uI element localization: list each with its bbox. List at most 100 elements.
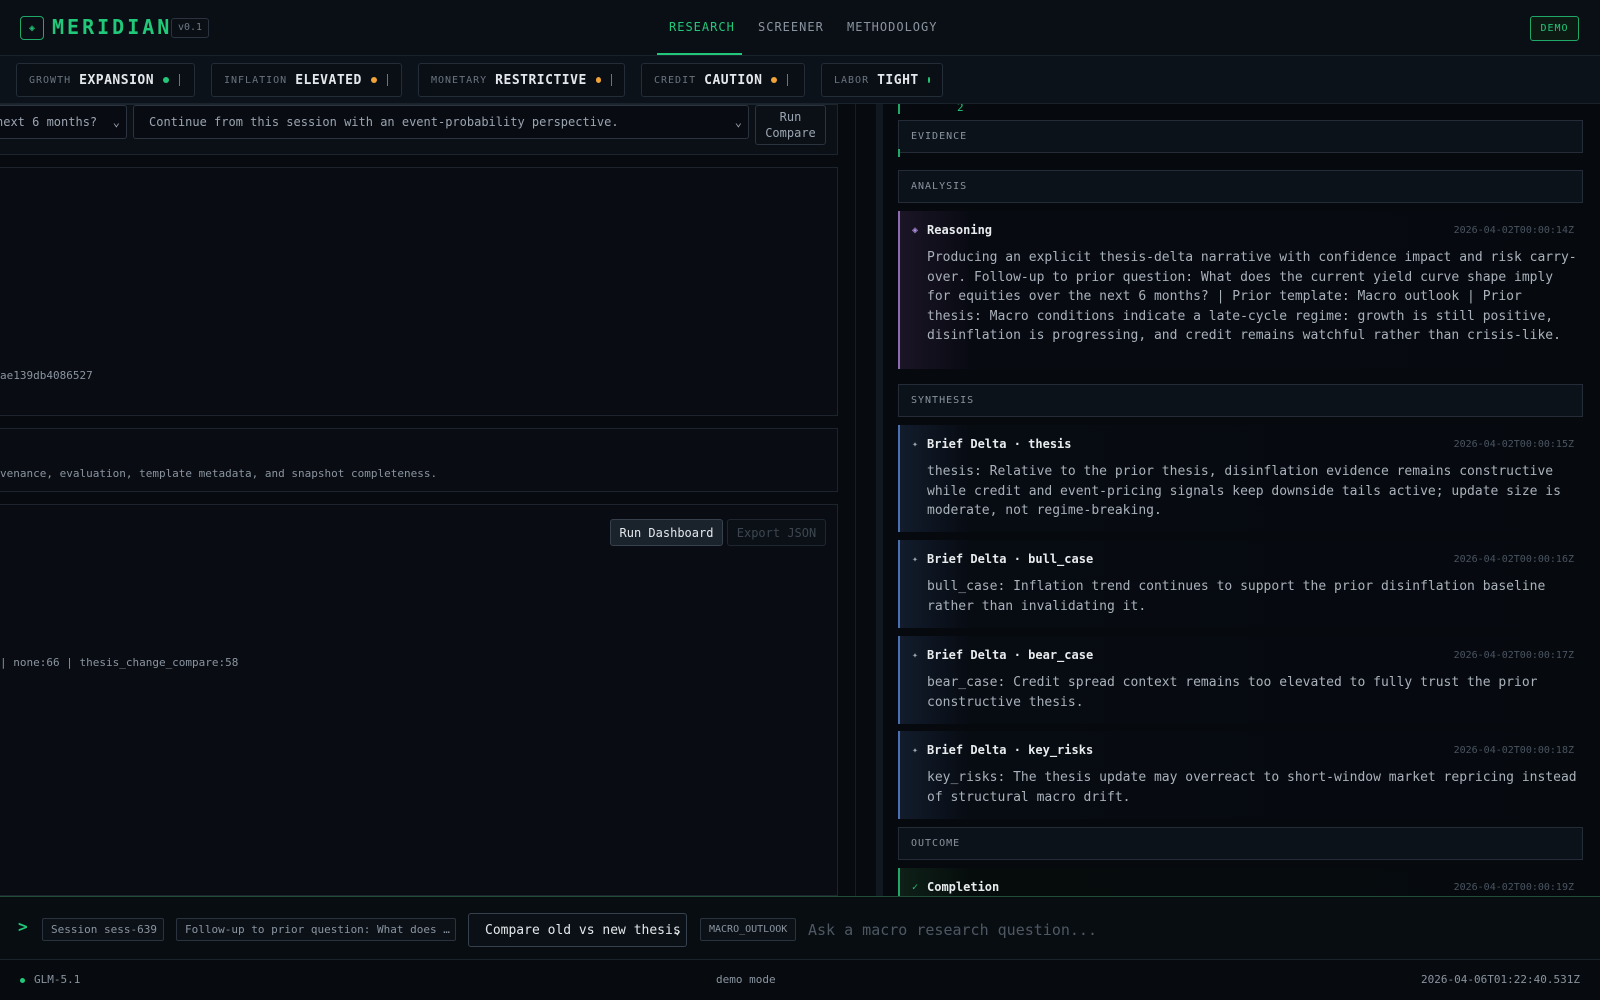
- timeline-line: [898, 149, 900, 157]
- model-name: GLM-5.1: [34, 973, 81, 986]
- prior-question-select[interactable]: next 6 months? ⌄: [0, 105, 127, 139]
- status-dot-icon: [595, 77, 602, 83]
- perspective-select[interactable]: Continue from this session with an event…: [133, 105, 749, 139]
- regime-chip-inflation[interactable]: INFLATION ELEVATED: [211, 63, 402, 97]
- event-title: Reasoning: [927, 223, 993, 237]
- compare-form: next 6 months? ⌄ Continue from this sess…: [0, 104, 838, 155]
- chip-separator: [611, 74, 612, 86]
- event-title: Brief Delta · bull_case: [927, 552, 1094, 566]
- workspace-panel: next 6 months? ⌄ Continue from this sess…: [0, 104, 855, 896]
- section-outcome[interactable]: OUTCOME: [898, 827, 1583, 860]
- diamond-icon: ◈: [912, 225, 919, 236]
- event-body: key_risks: The thesis update may overrea…: [927, 770, 1577, 805]
- panel-divider[interactable]: [855, 104, 877, 896]
- nav-methodology[interactable]: METHODOLOGY: [847, 20, 937, 34]
- event-title: Completion: [927, 880, 1000, 894]
- event-title: Brief Delta · bear_case: [927, 648, 1094, 662]
- status-dot-icon: [370, 77, 377, 83]
- event-title: Brief Delta · thesis: [927, 437, 1072, 451]
- event-timestamp: 2026-04-02T00:00:19Z: [1453, 882, 1574, 893]
- nav-active-underline: [657, 53, 742, 55]
- sparkle-icon: ✦: [912, 439, 919, 450]
- section-evidence[interactable]: EVIDENCE: [898, 120, 1583, 153]
- regime-label: MONETARY: [431, 74, 488, 86]
- regime-label: INFLATION: [224, 74, 288, 86]
- section-synthesis[interactable]: SYNTHESIS: [898, 384, 1583, 417]
- event-brief-delta-bear-case[interactable]: ✦ Brief Delta · bear_case 2026-04-02T00:…: [898, 636, 1583, 724]
- status-dot-icon: [927, 77, 930, 83]
- version-badge: v0.1: [171, 18, 210, 38]
- chevron-down-icon: ⌄: [734, 115, 742, 129]
- regime-value: EXPANSION: [79, 72, 155, 88]
- scrollbar[interactable]: [876, 104, 883, 896]
- provenance-card: [0, 428, 838, 492]
- event-brief-delta-key-risks[interactable]: ✦ Brief Delta · key_risks 2026-04-02T00:…: [898, 731, 1583, 819]
- nav-screener[interactable]: SCREENER: [758, 20, 824, 34]
- status-dot-icon: [20, 978, 25, 983]
- sparkle-icon: ✦: [912, 745, 919, 756]
- status-bar: GLM-5.1 demo mode 2026-04-06T01:22:40.53…: [0, 960, 1600, 1000]
- mode-select[interactable]: Compare old vs new thesis ⌄: [468, 913, 687, 947]
- status-dot-icon: [771, 77, 778, 83]
- session-card: [0, 167, 838, 416]
- regime-chip-credit[interactable]: CREDIT CAUTION: [641, 63, 805, 97]
- question-input[interactable]: [800, 913, 1580, 947]
- select-value: next 6 months?: [0, 115, 98, 129]
- status-dot-icon: [163, 77, 170, 83]
- export-json-button[interactable]: Export JSON: [727, 519, 826, 546]
- timeline-line: [898, 104, 900, 114]
- event-body: bear_case: Credit spread context remains…: [927, 675, 1538, 710]
- chip-separator: [787, 74, 789, 86]
- logo-diamond-icon: ◈: [20, 16, 44, 40]
- chevron-down-icon: ⌄: [112, 115, 120, 129]
- chip-separator: [179, 74, 181, 86]
- brand-name: MERIDIAN: [52, 15, 173, 39]
- regime-value: TIGHT: [877, 72, 919, 88]
- event-completion[interactable]: ✓ Completion 2026-04-02T00:00:19Z: [898, 868, 1583, 896]
- session-chip[interactable]: Session sess-639: [42, 918, 164, 941]
- followup-chip[interactable]: Follow-up to prior question: What does …: [176, 918, 456, 941]
- event-body: Producing an explicit thesis-delta narra…: [927, 250, 1577, 343]
- regime-value: CAUTION: [704, 72, 763, 88]
- chevron-down-icon: ⌄: [673, 923, 681, 937]
- clock: 2026-04-06T01:22:40.531Z: [1421, 973, 1580, 986]
- event-body: bull_case: Inflation trend continues to …: [927, 579, 1546, 614]
- regime-label: LABOR: [834, 74, 870, 86]
- event-timestamp: 2026-04-02T00:00:18Z: [1453, 745, 1574, 756]
- event-timestamp: 2026-04-02T00:00:17Z: [1453, 650, 1574, 661]
- event-brief-delta-thesis[interactable]: ✦ Brief Delta · thesis 2026-04-02T00:00:…: [898, 425, 1583, 532]
- snapshot-hash: ae139db4086527: [0, 369, 93, 382]
- provenance-description: venance, evaluation, template metadata, …: [0, 467, 438, 480]
- event-stream-panel: 2 EVIDENCE ANALYSIS ◈ Reasoning 2026-04-…: [883, 104, 1600, 896]
- chip-separator: [386, 74, 388, 86]
- select-value: Compare old vs new thesis: [485, 922, 681, 938]
- section-analysis[interactable]: ANALYSIS: [898, 170, 1583, 203]
- regime-chip-monetary[interactable]: MONETARY RESTRICTIVE: [418, 63, 625, 97]
- regime-chip-labor[interactable]: LABOR TIGHT: [821, 63, 943, 97]
- event-title: Brief Delta · key_risks: [927, 743, 1094, 757]
- sparkle-icon: ✦: [912, 554, 919, 565]
- run-dashboard-button[interactable]: Run Dashboard: [610, 519, 723, 546]
- check-icon: ✓: [912, 882, 919, 893]
- regime-value: ELEVATED: [295, 72, 362, 88]
- regime-value: RESTRICTIVE: [495, 72, 587, 88]
- regime-label: GROWTH: [29, 74, 72, 86]
- template-tag: MACRO_OUTLOOK: [700, 918, 797, 941]
- demo-button[interactable]: DEMO: [1530, 16, 1579, 41]
- event-brief-delta-bull-case[interactable]: ✦ Brief Delta · bull_case 2026-04-02T00:…: [898, 540, 1583, 628]
- event-body: thesis: Relative to the prior thesis, di…: [927, 464, 1561, 518]
- top-header: ◈ MERIDIAN v0.1 RESEARCH SCREENER METHOD…: [0, 0, 1600, 56]
- regime-label: CREDIT: [654, 74, 697, 86]
- query-bar: > Session sess-639 Follow-up to prior qu…: [0, 896, 1600, 960]
- template-counts: | none:66 | thesis_change_compare:58: [0, 656, 239, 669]
- mode-indicator: demo mode: [716, 973, 776, 986]
- nav-research[interactable]: RESEARCH: [669, 20, 735, 34]
- event-timestamp: 2026-04-02T00:00:15Z: [1453, 439, 1574, 450]
- regime-chip-growth[interactable]: GROWTH EXPANSION: [16, 63, 195, 97]
- regime-bar: GROWTH EXPANSION INFLATION ELEVATED MONE…: [0, 56, 1600, 104]
- select-value: Continue from this session with an event…: [149, 115, 619, 129]
- run-compare-button[interactable]: Run Compare: [755, 105, 826, 145]
- sparkle-icon: ✦: [912, 650, 919, 661]
- event-timestamp: 2026-04-02T00:00:14Z: [1453, 225, 1574, 236]
- event-reasoning[interactable]: ◈ Reasoning 2026-04-02T00:00:14Z Produci…: [898, 211, 1583, 369]
